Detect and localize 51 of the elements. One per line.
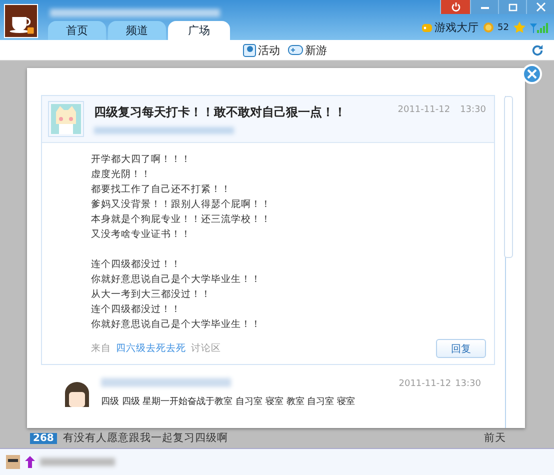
activity-button[interactable]: 活动 [243, 42, 280, 58]
coin-icon [482, 22, 494, 33]
game-hall-button[interactable]: 游戏大厅 [420, 20, 479, 35]
scrollbar[interactable] [505, 96, 515, 428]
thread-title[interactable]: 有没有人愿意跟我一起复习四级啊 [62, 431, 228, 445]
post-line: 爹妈又没背景！！跟别人得瑟个屁啊！！ [91, 198, 272, 212]
close-button[interactable] [526, 0, 554, 14]
maximize-icon [508, 2, 518, 12]
close-icon [527, 69, 537, 79]
power-button[interactable] [440, 0, 470, 14]
cup-avatar-icon[interactable] [4, 4, 38, 38]
thread-time: 前天 [484, 431, 506, 445]
gamepad-icon [288, 44, 303, 56]
post-line: 都要找工作了自己还不打紧！！ [91, 183, 232, 197]
star-icon[interactable] [513, 21, 526, 34]
forum-suffix: 讨论区 [191, 342, 221, 355]
minimize-button[interactable] [470, 0, 498, 14]
tab[interactable]: 频道 [108, 21, 166, 40]
post-date: 2011-11-12 [398, 105, 450, 115]
close-icon [536, 2, 546, 12]
post-title: 四级复习每天打卡！！敢不敢对自己狠一点！！ [94, 104, 347, 121]
post-line: 你就好意思说自己是个大学毕业生！！ [91, 318, 262, 332]
post-line: 连个四级都没过！！ [91, 258, 182, 272]
signal-icon [530, 22, 548, 33]
reply-text: 四级 四级 星期一开始奋战于教室 自习室 寝室 教室 自习室 寝室 [101, 396, 356, 408]
activity-icon [243, 44, 256, 56]
reply-button[interactable]: 回复 [436, 339, 486, 358]
post-line: 连个四级都没过！！ [91, 303, 182, 317]
post-line: 你就好意思说自己是个大学毕业生！！ [91, 273, 262, 287]
power-icon [450, 2, 460, 12]
post-time: 13:30 [460, 105, 486, 115]
new-games-button[interactable]: 新游 [288, 42, 327, 58]
reply-count-badge: 268 [30, 432, 57, 444]
post-line: 开学都大四了啊！！！ [91, 153, 192, 167]
gamepad-icon [420, 22, 433, 34]
post-line: 本身就是个狗屁专业！！还三流学校！！ [91, 213, 272, 227]
cat-avatar-icon [48, 101, 84, 137]
post-line: 虚度光阴！！ [91, 168, 152, 182]
girl-avatar-icon [63, 381, 91, 409]
coin-count: 52 [498, 22, 509, 32]
post-line: 从大一考到大三都没过！！ [91, 288, 212, 302]
tab[interactable]: 广场 [168, 21, 230, 40]
forum-link[interactable]: 四六级去死去死 [116, 342, 186, 355]
reply-time: 13:30 [455, 379, 481, 389]
source-label: 来自 [91, 342, 111, 355]
upgrade-icon [24, 455, 36, 469]
refresh-icon[interactable] [531, 44, 544, 57]
maximize-button[interactable] [498, 0, 526, 14]
tab[interactable]: 首页 [48, 21, 106, 40]
reply-date: 2011-11-12 [398, 379, 452, 389]
post-line: 又没考啥专业证书！！ [91, 228, 192, 242]
